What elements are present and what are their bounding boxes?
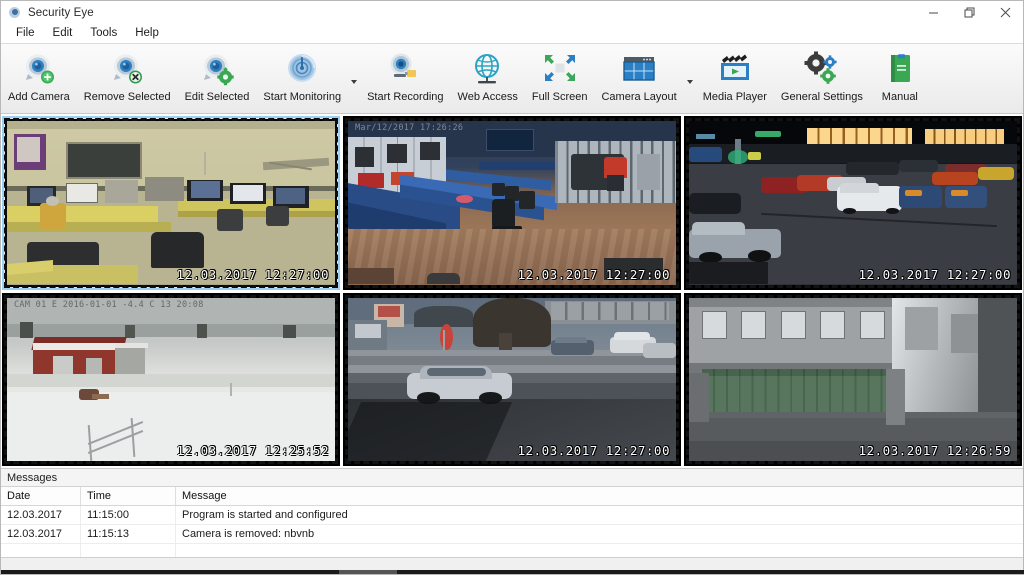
start-monitoring-label: Start Monitoring xyxy=(263,91,341,103)
radar-monitor-icon xyxy=(283,51,321,89)
full-screen-label: Full Screen xyxy=(532,91,588,103)
full-screen-button[interactable]: Full Screen xyxy=(525,46,595,112)
camera-5-video: 12.03.2017 12:27:00 xyxy=(348,298,676,462)
camera-layout-button[interactable]: Camera Layout xyxy=(594,46,683,112)
restore-icon[interactable] xyxy=(951,1,987,24)
camera-4-video: CAM 01 E 2016-01-01 -4.4 C 13 20:08 12.0… xyxy=(7,298,335,462)
close-icon[interactable] xyxy=(987,1,1023,24)
camera-add-icon xyxy=(20,51,58,89)
media-player-label: Media Player xyxy=(703,91,767,103)
globe-web-icon xyxy=(469,51,507,89)
taskbar-strip xyxy=(1,570,1024,574)
camera-1-timestamp: 12.03.2017 12:27:00 xyxy=(177,267,330,282)
remove-selected-button[interactable]: Remove Selected xyxy=(77,46,178,112)
add-camera-button[interactable]: Add Camera xyxy=(1,46,77,112)
camcorder-record-icon xyxy=(386,51,424,89)
camera-remove-icon xyxy=(108,51,146,89)
messages-panel: Messages Date Time Message 12.03.2017 11… xyxy=(1,468,1023,557)
camera-panel-5[interactable]: 12.03.2017 12:27:00 xyxy=(343,293,681,467)
edit-selected-label: Edit Selected xyxy=(185,91,250,103)
camera-panel-1[interactable]: 12.03.2017 12:27:00 xyxy=(2,116,340,290)
camera-panel-3[interactable]: 12.03.2017 12:27:00 xyxy=(684,116,1022,290)
table-row[interactable]: 12.03.2017 11:15:13 Camera is removed: n… xyxy=(1,525,1023,544)
minimize-icon[interactable] xyxy=(915,1,951,24)
row-message: Program is started and configured xyxy=(176,506,1023,524)
scene-building-courtyard xyxy=(689,298,1017,462)
menu-item-file[interactable]: File xyxy=(7,24,44,43)
menu-item-help[interactable]: Help xyxy=(126,24,168,43)
general-settings-button[interactable]: General Settings xyxy=(774,46,870,112)
camera-2-timestamp: 12.03.2017 12:27:00 xyxy=(518,267,671,282)
fullscreen-arrows-icon xyxy=(541,51,579,89)
camera-grid: 12.03.2017 12:27:00 xyxy=(1,114,1023,468)
camera-4-timestamp: 12.03.2017 12:25:52 xyxy=(177,443,330,458)
camera-4-overlay-top: CAM 01 E 2016-01-01 -4.4 C 13 20:08 xyxy=(14,300,204,310)
row-time-empty xyxy=(81,544,176,557)
camera-1-video: 12.03.2017 12:27:00 xyxy=(7,121,335,285)
messages-header-row: Date Time Message xyxy=(1,487,1023,506)
column-header-message[interactable]: Message xyxy=(176,487,1023,505)
camera-3-video: 12.03.2017 12:27:00 xyxy=(689,121,1017,285)
camera-panel-4[interactable]: CAM 01 E 2016-01-01 -4.4 C 13 20:08 12.0… xyxy=(2,293,340,467)
main-toolbar: Add Camera Remove Selected xyxy=(1,44,1023,114)
camera-2-overlay-top: Mar/12/2017 17:26:26 xyxy=(355,123,463,133)
messages-caption: Messages xyxy=(1,469,1023,487)
row-message: Camera is removed: nbvnb xyxy=(176,525,1023,543)
manual-button[interactable]: Manual xyxy=(870,46,930,112)
gears-settings-icon xyxy=(803,51,841,89)
scene-night-car-lot xyxy=(689,121,1017,285)
green-book-icon xyxy=(881,51,919,89)
add-camera-label: Add Camera xyxy=(8,91,70,103)
scene-office-control-room xyxy=(7,121,335,285)
edit-selected-button[interactable]: Edit Selected xyxy=(178,46,257,112)
row-message-empty xyxy=(176,544,1023,557)
window-controls xyxy=(915,1,1023,24)
camera-2-video: Mar/12/2017 17:26:26 12.03.2017 12:27:00 xyxy=(348,121,676,285)
table-row[interactable]: 12.03.2017 11:15:00 Program is started a… xyxy=(1,506,1023,525)
camera-panel-6[interactable]: 12.03.2017 12:26:59 xyxy=(684,293,1022,467)
general-settings-label: General Settings xyxy=(781,91,863,103)
media-player-icon xyxy=(716,51,754,89)
camera-layout-label: Camera Layout xyxy=(601,91,676,103)
camera-6-timestamp: 12.03.2017 12:26:59 xyxy=(859,443,1012,458)
table-row-empty xyxy=(1,544,1023,557)
row-date: 12.03.2017 xyxy=(1,525,81,543)
camera-3-timestamp: 12.03.2017 12:27:00 xyxy=(859,267,1012,282)
web-access-button[interactable]: Web Access xyxy=(451,46,525,112)
menu-item-tools[interactable]: Tools xyxy=(81,24,126,43)
scene-blue-office-gym xyxy=(348,121,676,285)
menu-item-edit[interactable]: Edit xyxy=(44,24,82,43)
menu-bar: File Edit Tools Help xyxy=(1,24,1023,44)
column-header-time[interactable]: Time xyxy=(81,487,176,505)
remove-selected-label: Remove Selected xyxy=(84,91,171,103)
row-time: 11:15:13 xyxy=(81,525,176,543)
start-monitoring-dropdown-chevron-down-icon[interactable] xyxy=(348,46,360,112)
scene-snow-red-barn xyxy=(7,298,335,462)
security-eye-logo-icon xyxy=(8,6,22,20)
row-date-empty xyxy=(1,544,81,557)
camera-6-video: 12.03.2017 12:26:59 xyxy=(689,298,1017,462)
scene-street-with-car xyxy=(348,298,676,462)
camera-edit-icon xyxy=(198,51,236,89)
grid-layout-icon xyxy=(620,51,658,89)
security-eye-window: Security Eye File Edit Tools Help xyxy=(0,0,1024,575)
web-access-label: Web Access xyxy=(458,91,518,103)
column-header-date[interactable]: Date xyxy=(1,487,81,505)
camera-5-timestamp: 12.03.2017 12:27:00 xyxy=(518,443,671,458)
start-recording-label: Start Recording xyxy=(367,91,443,103)
manual-label: Manual xyxy=(882,91,918,103)
window-title: Security Eye xyxy=(28,7,94,19)
start-recording-button[interactable]: Start Recording xyxy=(360,46,450,112)
start-monitoring-button[interactable]: Start Monitoring xyxy=(256,46,348,112)
messages-rows: 12.03.2017 11:15:00 Program is started a… xyxy=(1,506,1023,557)
camera-layout-dropdown-chevron-down-icon[interactable] xyxy=(684,46,696,112)
media-player-button[interactable]: Media Player xyxy=(696,46,774,112)
row-time: 11:15:00 xyxy=(81,506,176,524)
title-bar: Security Eye xyxy=(1,1,1023,24)
row-date: 12.03.2017 xyxy=(1,506,81,524)
camera-panel-2[interactable]: Mar/12/2017 17:26:26 12.03.2017 12:27:00 xyxy=(343,116,681,290)
